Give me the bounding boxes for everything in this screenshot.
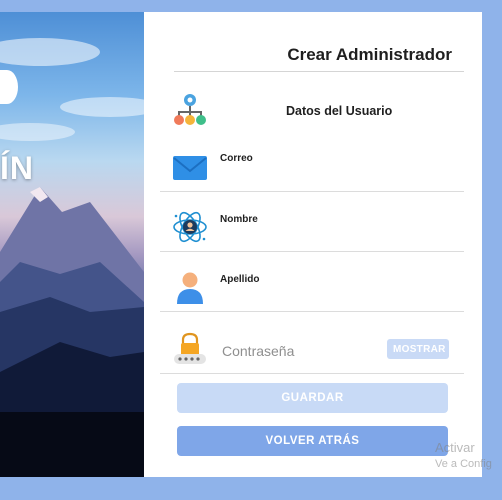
user-atom-icon — [172, 209, 208, 245]
org-chart-gear-icon — [172, 92, 208, 128]
password-field[interactable] — [220, 340, 374, 362]
lastname-field[interactable] — [218, 289, 460, 306]
create-admin-form: Crear Administrador Datos del Usuario Co… — [144, 12, 482, 477]
activation-watermark: Activar Ve a Config — [435, 439, 502, 473]
back-button[interactable]: VOLVER ATRÁS — [177, 426, 448, 456]
page-title: Crear Administrador — [287, 45, 452, 64]
lastname-underline — [160, 311, 464, 312]
watermark-line-1: Activar — [435, 440, 475, 455]
save-button[interactable]: GUARDAR — [177, 383, 448, 413]
person-icon — [172, 270, 208, 306]
name-row: Nombre — [160, 192, 464, 252]
brand-text: ÍN — [0, 150, 34, 186]
mountain-banner: ÍN — [0, 12, 144, 477]
email-label: Correo — [220, 153, 253, 164]
email-row: Correo — [160, 132, 464, 192]
lock-icon — [172, 332, 208, 368]
section-title: Datos del Usuario — [286, 104, 393, 118]
watermark-line-2: Ve a Config — [435, 458, 492, 470]
name-field[interactable] — [218, 229, 460, 246]
lastname-label: Apellido — [220, 274, 260, 285]
password-row: MOSTRAR — [160, 332, 464, 374]
section-header: Datos del Usuario — [172, 92, 464, 128]
name-label: Nombre — [220, 214, 258, 225]
password-underline — [160, 373, 464, 374]
lastname-row: Apellido — [160, 252, 464, 312]
mountain-illustration — [0, 38, 144, 477]
envelope-icon — [172, 154, 208, 190]
title-divider — [174, 71, 464, 72]
email-field[interactable] — [218, 168, 460, 185]
show-password-button[interactable]: MOSTRAR — [387, 339, 449, 359]
